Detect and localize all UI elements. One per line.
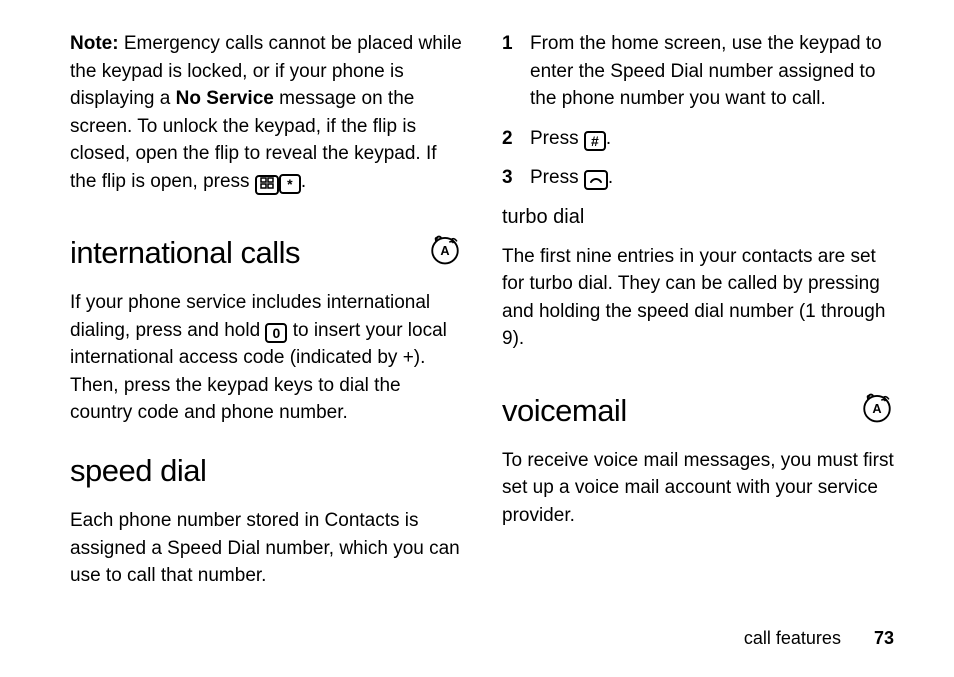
heading-voicemail: voicemail <box>502 393 627 429</box>
step-1: 1 From the home screen, use the keypad t… <box>502 30 894 113</box>
star-key-icon: * <box>279 174 301 194</box>
step-text: Press . <box>530 164 894 192</box>
network-badge-icon: A <box>428 232 462 266</box>
heading-turbo-dial: turbo dial <box>502 206 894 229</box>
network-badge-icon: A <box>860 390 894 424</box>
note-label: Note: <box>70 33 119 54</box>
step-number: 3 <box>502 164 516 192</box>
pound-key-icon: # <box>584 131 606 151</box>
intl-paragraph: If your phone service includes internati… <box>70 289 462 427</box>
menu-key-icon <box>255 175 279 195</box>
page-footer: call features 73 <box>744 628 894 649</box>
note-paragraph: Note: Emergency calls cannot be placed w… <box>70 30 462 195</box>
svg-text:A: A <box>440 243 449 258</box>
step-2: 2 Press #. <box>502 125 894 153</box>
right-column: 1 From the home screen, use the keypad t… <box>502 30 894 604</box>
heading-international-calls: international calls <box>70 235 300 271</box>
step-number: 1 <box>502 30 516 113</box>
step-text: Press #. <box>530 125 894 153</box>
footer-section: call features <box>744 628 841 648</box>
speed-dial-paragraph: Each phone number stored in Contacts is … <box>70 507 462 590</box>
zero-key-icon: 0 <box>265 323 287 343</box>
speed-dial-steps: 1 From the home screen, use the keypad t… <box>502 30 894 192</box>
heading-speed-dial: speed dial <box>70 453 462 489</box>
svg-text:A: A <box>872 401 881 416</box>
send-key-icon <box>584 170 608 190</box>
turbo-dial-paragraph: The first nine entries in your contacts … <box>502 243 894 353</box>
left-column: Note: Emergency calls cannot be placed w… <box>70 30 462 604</box>
step-number: 2 <box>502 125 516 153</box>
page-number: 73 <box>874 628 894 648</box>
step-text: From the home screen, use the keypad to … <box>530 30 894 113</box>
note-period: . <box>301 171 306 192</box>
no-service-text: No Service <box>176 88 274 109</box>
voicemail-paragraph: To receive voice mail messages, you must… <box>502 447 894 530</box>
step-3: 3 Press . <box>502 164 894 192</box>
